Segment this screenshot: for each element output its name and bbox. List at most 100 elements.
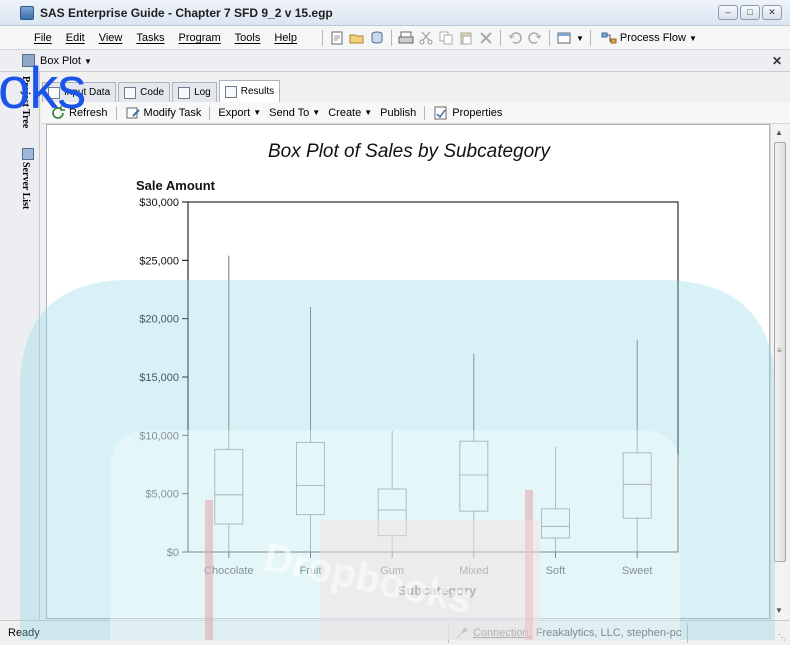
properties-button[interactable]: Properties (433, 105, 502, 121)
chevron-down-icon: ▼ (84, 57, 92, 66)
process-flow-button[interactable]: Process Flow ▼ (601, 30, 697, 46)
sas-app-icon (20, 6, 34, 20)
maximize-icon[interactable]: □ (740, 5, 760, 20)
connection-label: Connection: (473, 627, 532, 639)
x-tick-label: Gum (380, 565, 404, 577)
y-tick-label: $15,000 (139, 372, 179, 384)
publish-button[interactable]: Publish (380, 107, 416, 119)
main-toolbar: ▼ Process Flow ▼ (320, 30, 697, 46)
refresh-label: Refresh (69, 106, 108, 119)
chevron-down-icon[interactable]: ▼ (576, 34, 584, 43)
tab-label: Log (194, 87, 211, 98)
menu-bar: File Edit View Tasks Program Tools Help … (0, 26, 790, 50)
y-tick-label: $20,000 (139, 314, 179, 326)
open-icon[interactable] (349, 30, 365, 46)
results-viewer: Box Plot of Sales by Subcategory Sale Am… (46, 124, 770, 619)
menu-file[interactable]: File (34, 32, 52, 44)
document-tab-box-plot[interactable]: Box Plot ▼ (40, 55, 92, 67)
properties-label: Properties (452, 106, 503, 119)
cut-icon[interactable] (418, 30, 434, 46)
tab-results[interactable]: Results (218, 80, 281, 102)
plot-area (187, 201, 679, 553)
toolbar-separator (115, 105, 117, 120)
box-iqr (377, 488, 407, 537)
y-tick-label: $5,000 (145, 489, 179, 501)
tab-input-data[interactable]: Input Data (42, 82, 117, 102)
create-label: Create (328, 106, 362, 119)
box-iqr (622, 452, 652, 519)
project-tree-tab[interactable]: Project Tree (20, 76, 31, 128)
connection-value: Freakalytics, LLC, stephen-pc (535, 627, 682, 639)
menu-edit[interactable]: Edit (66, 32, 85, 44)
window-layout-icon[interactable] (556, 30, 572, 46)
scroll-up-icon[interactable]: ▲ (775, 128, 783, 137)
close-icon[interactable]: ✕ (762, 5, 782, 20)
box-plot-icon (22, 54, 35, 67)
undo-icon[interactable] (507, 30, 523, 46)
close-document-icon[interactable]: ✕ (772, 54, 782, 68)
copy-icon[interactable] (438, 30, 454, 46)
toolbar-separator (209, 105, 211, 120)
resize-grip-icon[interactable]: ⋱ (778, 633, 786, 642)
result-tabs: Input Data Code Log Results (42, 80, 281, 102)
scrollbar-grip-icon: ≡ (777, 346, 782, 355)
delete-icon[interactable] (478, 30, 494, 46)
send-to-label: Send To (269, 106, 310, 119)
redo-icon[interactable] (527, 30, 543, 46)
properties-icon (434, 106, 447, 119)
status-bar: Ready Connection: Freakalytics, LLC, ste… (0, 620, 790, 645)
x-tick-label: Mixed (459, 565, 488, 577)
chevron-down-icon: ▼ (364, 108, 373, 117)
x-tick-label: Chocolate (204, 565, 254, 577)
toolbar-separator (322, 30, 323, 46)
y-tick-label: $0 (167, 547, 179, 559)
tab-label: Input Data (64, 87, 111, 98)
connection-status[interactable]: Connection: Freakalytics, LLC, stephen-p… (448, 623, 689, 643)
tab-code[interactable]: Code (118, 82, 171, 102)
box-iqr (459, 440, 489, 512)
chart-marks: $0 $5,000 $10,000 $15,000 $20,000 $25,000 $30,… (139, 197, 652, 577)
refresh-button[interactable]: Refresh (50, 105, 108, 121)
modify-task-icon (126, 107, 140, 118)
tab-log[interactable]: Log (172, 82, 217, 102)
toolbar-separator (424, 105, 426, 120)
y-axis-label: Sale Amount (136, 178, 216, 193)
modify-task-label: Modify Task (143, 106, 202, 119)
minimize-icon[interactable]: – (718, 5, 738, 20)
menu-tools[interactable]: Tools (235, 32, 261, 44)
paste-icon[interactable] (458, 30, 474, 46)
box-plot-chart: Box Plot of Sales by Subcategory Sale Am… (136, 141, 679, 598)
code-icon (124, 86, 137, 99)
add-data-icon[interactable] (369, 30, 385, 46)
y-tick-label: $10,000 (139, 430, 179, 442)
menu-view[interactable]: View (99, 32, 123, 44)
scroll-down-icon[interactable]: ▼ (775, 606, 783, 615)
export-label: Export (218, 106, 251, 119)
box-iqr (541, 508, 570, 539)
chevron-down-icon: ▼ (688, 33, 697, 43)
results-toolbar: Refresh Modify Task Export ▼ Send To ▼ C… (42, 102, 790, 124)
menu-tasks[interactable]: Tasks (136, 32, 164, 44)
export-menu[interactable]: Export ▼ (218, 107, 261, 119)
new-icon[interactable] (329, 30, 345, 46)
print-icon[interactable] (398, 30, 414, 46)
vertical-scrollbar[interactable]: ▲ ≡ ▼ (770, 124, 788, 619)
toolbar-separator (549, 30, 550, 46)
server-list-tab[interactable]: Server List (20, 162, 31, 209)
send-to-menu[interactable]: Send To ▼ (269, 107, 320, 119)
menu-help[interactable]: Help (274, 32, 297, 44)
menu-items: File Edit View Tasks Program Tools Help (34, 32, 297, 44)
x-tick-label: Sweet (622, 565, 653, 577)
create-menu[interactable]: Create ▼ (328, 107, 372, 119)
menu-program[interactable]: Program (178, 32, 220, 44)
document-tab-bar: Box Plot ▼ ✕ (0, 50, 790, 72)
window-controls: – □ ✕ (718, 5, 782, 20)
log-icon (178, 86, 191, 99)
chevron-down-icon: ▼ (312, 108, 321, 117)
box-iqr (296, 441, 325, 516)
status-text: Ready (8, 627, 40, 639)
modify-task-button[interactable]: Modify Task (125, 105, 202, 121)
x-tick-label: Soft (546, 565, 566, 577)
publish-label: Publish (380, 106, 417, 119)
toolbar-separator (391, 30, 392, 46)
